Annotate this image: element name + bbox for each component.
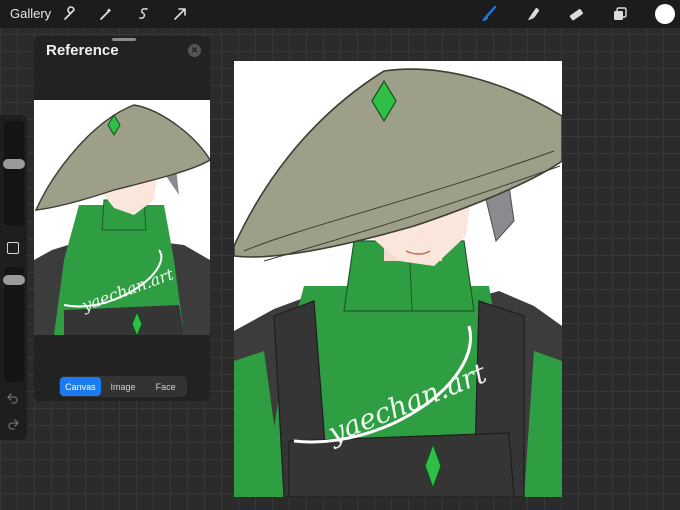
brush-size-slider[interactable] [4, 121, 24, 226]
brush-size-slider-thumb[interactable] [3, 159, 25, 169]
selection-icon[interactable] [134, 4, 154, 24]
tab-canvas[interactable]: Canvas [60, 377, 101, 396]
transform-arrow-icon[interactable] [170, 4, 190, 24]
top-toolbar: Gallery [0, 0, 680, 28]
eraser-icon[interactable] [566, 4, 586, 24]
tab-face[interactable]: Face [145, 377, 186, 396]
drawing-canvas[interactable]: yaechan.art [234, 61, 562, 497]
color-picker-swatch[interactable] [655, 4, 675, 24]
tab-image[interactable]: Image [103, 377, 144, 396]
reference-preview-image: yaechan.art [34, 100, 210, 335]
reference-mode-tabs: Canvas Image Face [59, 376, 187, 397]
brush-icon[interactable] [479, 4, 499, 24]
redo-icon[interactable] [6, 417, 20, 431]
left-sidebar [0, 115, 27, 440]
smudge-icon[interactable] [524, 4, 544, 24]
magic-wand-icon[interactable] [96, 4, 116, 24]
modify-button[interactable] [7, 242, 19, 254]
reference-panel[interactable]: Reference ✕ yaechan.art Canvas Image Fac… [34, 36, 210, 401]
close-icon[interactable]: ✕ [188, 44, 201, 57]
panel-drag-handle[interactable] [112, 38, 136, 41]
wrench-icon[interactable] [60, 4, 80, 24]
undo-icon[interactable] [6, 391, 20, 405]
gallery-button[interactable]: Gallery [10, 6, 51, 21]
opacity-slider-thumb[interactable] [3, 275, 25, 285]
reference-title: Reference [46, 42, 119, 59]
canvas-artwork: yaechan.art [234, 61, 562, 497]
reference-artwork: yaechan.art [34, 100, 210, 335]
layers-icon[interactable] [610, 4, 630, 24]
